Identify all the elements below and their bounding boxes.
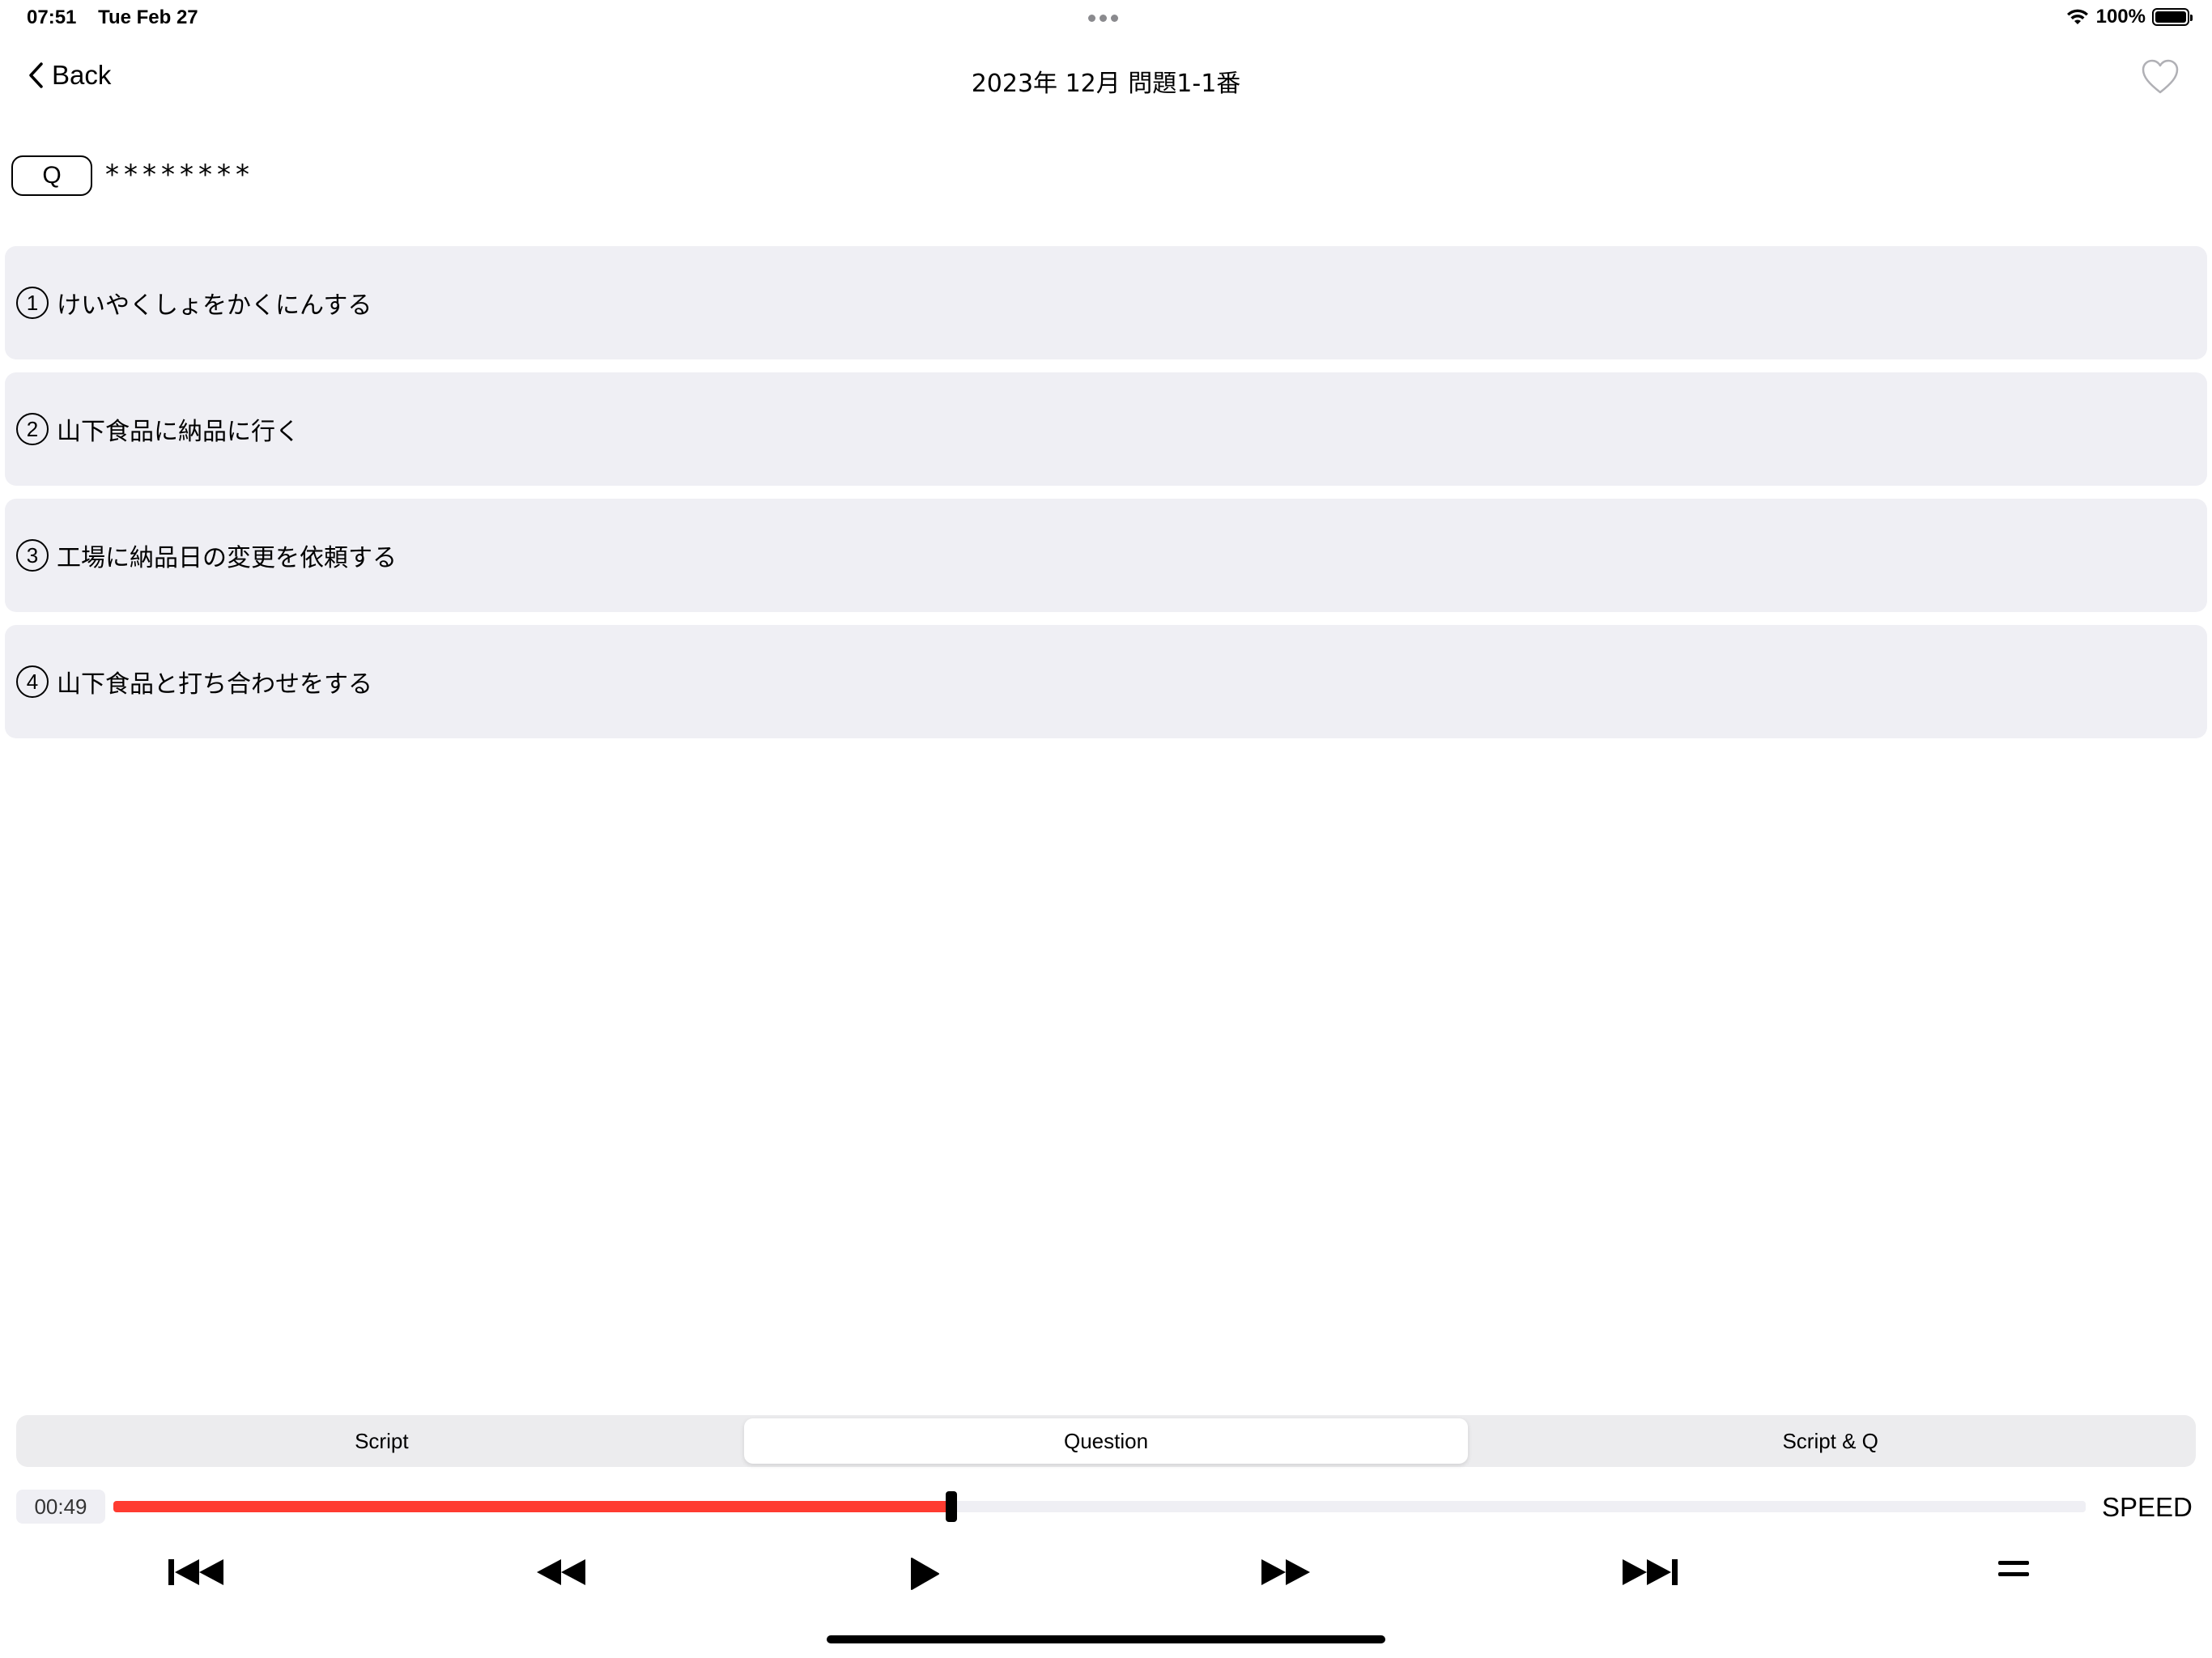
option-number-badge: 1 <box>16 287 49 319</box>
progress-played-fill <box>113 1501 952 1512</box>
answer-option-3[interactable]: 3 工場に納品日の変更を依頼する <box>5 499 2207 612</box>
question-badge: Q <box>11 155 92 196</box>
tab-question[interactable]: Question <box>743 1418 1469 1464</box>
rewind-button[interactable] <box>535 1556 587 1588</box>
favorite-button[interactable] <box>2141 58 2180 99</box>
elapsed-time: 00:49 <box>16 1490 105 1524</box>
status-bar-left: 07:51 Tue Feb 27 <box>27 6 215 29</box>
question-text: ******** <box>105 159 254 191</box>
heart-icon <box>2142 59 2179 94</box>
page-title: 2023年 12月 問題1-1番 <box>971 70 1241 98</box>
fast-forward-icon <box>1261 1559 1310 1585</box>
status-date: Tue Feb 27 <box>98 6 198 28</box>
status-bar-right: 100% <box>2065 6 2193 28</box>
answer-option-4[interactable]: 4 山下食品と打ち合わせをする <box>5 625 2207 738</box>
battery-icon <box>2152 8 2193 26</box>
wifi-icon <box>2066 9 2088 24</box>
option-text: 山下食品に納品に行く <box>57 418 300 446</box>
fast-forward-button[interactable] <box>1260 1556 1312 1588</box>
multitasking-dots-icon[interactable] <box>1088 15 1118 22</box>
skip-to-start-icon <box>168 1559 223 1585</box>
progress-slider-handle[interactable] <box>946 1491 958 1522</box>
status-time: 07:51 <box>27 6 77 28</box>
tab-script[interactable]: Script <box>19 1418 744 1464</box>
option-text: けいやくしょをかくにんする <box>57 291 372 320</box>
menu-icon <box>1998 1561 2029 1576</box>
play-button[interactable] <box>908 1556 941 1592</box>
option-text: 山下食品と打ち合わせをする <box>57 670 372 699</box>
menu-button[interactable] <box>1997 1556 2031 1582</box>
play-icon <box>911 1558 939 1590</box>
view-mode-segmented-control: Script Question Script & Q <box>16 1415 2196 1467</box>
option-number-badge: 2 <box>16 413 49 445</box>
playback-progress-slider[interactable] <box>113 1491 2086 1522</box>
answer-option-2[interactable]: 2 山下食品に納品に行く <box>5 372 2207 486</box>
option-number-badge: 3 <box>16 539 49 572</box>
home-indicator <box>827 1635 1385 1643</box>
battery-percent: 100% <box>2095 6 2146 28</box>
app-screen: 07:51 Tue Feb 27 100% Back 2023年 12月 問題1… <box>0 0 2212 1658</box>
option-text: 工場に納品日の変更を依頼する <box>57 544 397 572</box>
skip-to-end-icon <box>1623 1559 1678 1585</box>
answer-option-1[interactable]: 1 けいやくしょをかくにんする <box>5 246 2207 359</box>
tab-script-and-q[interactable]: Script & Q <box>1468 1418 2193 1464</box>
skip-to-start-button[interactable] <box>167 1556 225 1588</box>
skip-to-end-button[interactable] <box>1621 1556 1679 1588</box>
rewind-icon <box>537 1559 585 1585</box>
option-number-badge: 4 <box>16 665 49 698</box>
speed-button[interactable]: SPEED <box>2102 1492 2193 1523</box>
